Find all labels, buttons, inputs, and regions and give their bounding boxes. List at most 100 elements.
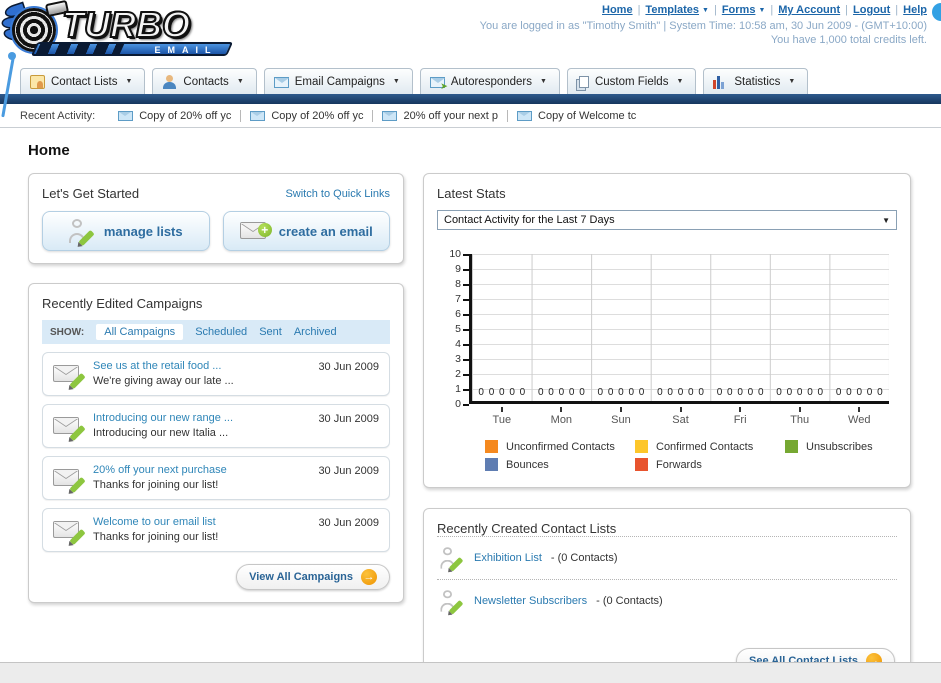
create-an-email-button[interactable]: + create an email	[222, 211, 390, 251]
legend-item: Unconfirmed Contacts	[485, 440, 635, 453]
x-tick-label: Sun	[591, 407, 651, 426]
stats-period-select[interactable]: Contact Activity for the Last 7 Days ▼	[437, 210, 897, 230]
tab-statistics[interactable]: Statistics ▼	[703, 68, 809, 94]
y-tick-label: 8	[455, 278, 461, 290]
logo-subtitle: EMAIL	[154, 45, 218, 55]
contact-list-link[interactable]: Newsletter Subscribers	[474, 595, 587, 607]
campaign-title-link[interactable]: See us at the retail food ...	[93, 359, 234, 374]
legend-item: Confirmed Contacts	[635, 440, 785, 453]
data-point-label: 0	[737, 387, 743, 398]
filter-all-campaigns[interactable]: All Campaigns	[96, 324, 184, 340]
chart-day-values: 00000	[829, 387, 889, 398]
legend-label: Confirmed Contacts	[656, 440, 754, 453]
campaign-date: 30 Jun 2009	[318, 413, 379, 425]
forms-dropdown-arrow[interactable]: ▼	[758, 7, 765, 14]
x-tick-mark	[798, 407, 801, 412]
nav-link-home[interactable]: Home	[602, 4, 633, 16]
envelope-icon	[118, 110, 134, 121]
tab-contact-lists[interactable]: Contact Lists ▼	[20, 68, 146, 94]
filter-archived[interactable]: Archived	[294, 326, 337, 338]
campaign-row[interactable]: 20% off your next purchase Thanks for jo…	[42, 456, 390, 500]
view-all-campaigns-button[interactable]: View All Campaigns →	[236, 564, 390, 590]
chevron-down-icon: ▼	[236, 78, 244, 85]
latest-stats-panel: Latest Stats Contact Activity for the La…	[423, 173, 911, 488]
envelope-icon	[250, 110, 266, 121]
data-point-label: 0	[807, 387, 813, 398]
campaign-title-link[interactable]: 20% off your next purchase	[93, 463, 227, 478]
nav-link-forms[interactable]: Forms	[722, 4, 756, 16]
campaign-date: 30 Jun 2009	[318, 465, 379, 477]
data-point-label: 0	[548, 387, 554, 398]
chevron-down-icon: ▼	[392, 78, 400, 85]
x-tick-label: Mon	[532, 407, 592, 426]
campaign-row[interactable]: See us at the retail food ... We're givi…	[42, 352, 390, 396]
data-point-label: 0	[677, 387, 684, 398]
chart-x-axis: Tue Mon Sun Sat Fri Thu Wed	[472, 407, 889, 426]
nav-link-templates[interactable]: Templates	[645, 4, 699, 16]
contact-list-row[interactable]: Exhibition List - (0 Contacts)	[437, 536, 897, 579]
page-title: Home	[28, 142, 70, 159]
create-email-icon: +	[239, 220, 272, 242]
data-point-label: 0	[846, 387, 852, 398]
legend-swatch	[485, 458, 498, 471]
data-point-label: 0	[488, 387, 495, 398]
data-point-label: 0	[716, 387, 723, 398]
legend-item: Bounces	[485, 458, 635, 471]
chart-day-values: 00000	[591, 387, 651, 398]
x-tick-label: Wed	[829, 407, 889, 426]
y-tick-label: 0	[455, 398, 461, 410]
templates-dropdown-arrow[interactable]: ▼	[702, 7, 709, 14]
campaign-date: 30 Jun 2009	[318, 361, 379, 373]
recent-activity-item[interactable]: Copy of 20% off yc	[109, 109, 242, 122]
filter-sent[interactable]: Sent	[259, 326, 282, 338]
tab-custom-fields[interactable]: Custom Fields ▼	[566, 68, 697, 94]
x-tick-label: Fri	[710, 407, 770, 426]
data-point-label: 0	[509, 387, 515, 398]
recent-activity-item[interactable]: 20% off your next p	[373, 109, 509, 122]
data-point-label: 0	[757, 387, 764, 398]
x-tick-mark	[500, 407, 503, 412]
data-point-label: 0	[568, 387, 575, 398]
tab-email-campaigns[interactable]: Email Campaigns ▼	[263, 68, 413, 94]
contact-list-edit-icon	[440, 547, 464, 572]
y-tick-label: 9	[455, 263, 461, 275]
chart-y-axis: 0 1 2 3 4 5 6 7 8 9 10	[443, 248, 469, 410]
campaign-subject: Thanks for joining our list!	[93, 531, 219, 543]
filter-scheduled[interactable]: Scheduled	[195, 326, 247, 338]
legend-label: Bounces	[506, 458, 549, 471]
nav-link-logout[interactable]: Logout	[853, 4, 890, 16]
recently-edited-campaigns-panel: Recently Edited Campaigns SHOW: All Camp…	[28, 283, 404, 603]
chart-day-values: 00000	[710, 387, 770, 398]
campaign-row[interactable]: Introducing our new range ... Introducin…	[42, 404, 390, 448]
chart-legend: Unconfirmed Contacts Confirmed Contacts Un…	[485, 440, 889, 471]
campaign-title-link[interactable]: Welcome to our email list	[93, 515, 218, 530]
contact-list-link[interactable]: Exhibition List	[474, 552, 542, 564]
data-point-label: 0	[786, 387, 793, 398]
x-tick-label: Thu	[770, 407, 830, 426]
data-point-label: 0	[478, 387, 484, 398]
contact-list-row[interactable]: Newsletter Subscribers - (0 Contacts)	[437, 579, 897, 622]
nav-link-my-account[interactable]: My Account	[778, 4, 840, 16]
autoresponders-icon	[429, 77, 448, 92]
y-tick-mark	[463, 404, 469, 406]
data-point-label: 0	[628, 387, 635, 398]
legend-label: Forwards	[656, 458, 702, 471]
contacts-icon	[162, 74, 177, 89]
data-point-label: 0	[519, 387, 526, 398]
chart-values-row: 00000000000000000000000000000000000	[472, 387, 889, 398]
data-point-label: 0	[579, 387, 585, 398]
tab-contacts[interactable]: Contacts ▼	[152, 68, 257, 94]
recent-activity-item[interactable]: Copy of Welcome tc	[508, 110, 645, 122]
see-all-contact-lists-button[interactable]: See All Contact Lists →	[735, 648, 895, 662]
tab-autoresponders[interactable]: Autoresponders▼	[419, 68, 560, 94]
nav-link-help[interactable]: Help	[903, 4, 927, 16]
recent-activity-item[interactable]: Copy of 20% off yc	[241, 109, 374, 122]
manage-lists-button[interactable]: manage lists	[42, 211, 210, 251]
campaign-date: 30 Jun 2009	[318, 517, 379, 529]
stats-period-selected-value: Contact Activity for the Last 7 Days	[444, 214, 615, 226]
switch-to-quick-links[interactable]: Switch to Quick Links	[285, 188, 390, 200]
campaign-title-link[interactable]: Introducing our new range ...	[93, 411, 233, 426]
custom-fields-icon	[578, 75, 589, 88]
contact-list-count: - (0 Contacts)	[550, 552, 618, 564]
campaign-row[interactable]: Welcome to our email list Thanks for joi…	[42, 508, 390, 552]
